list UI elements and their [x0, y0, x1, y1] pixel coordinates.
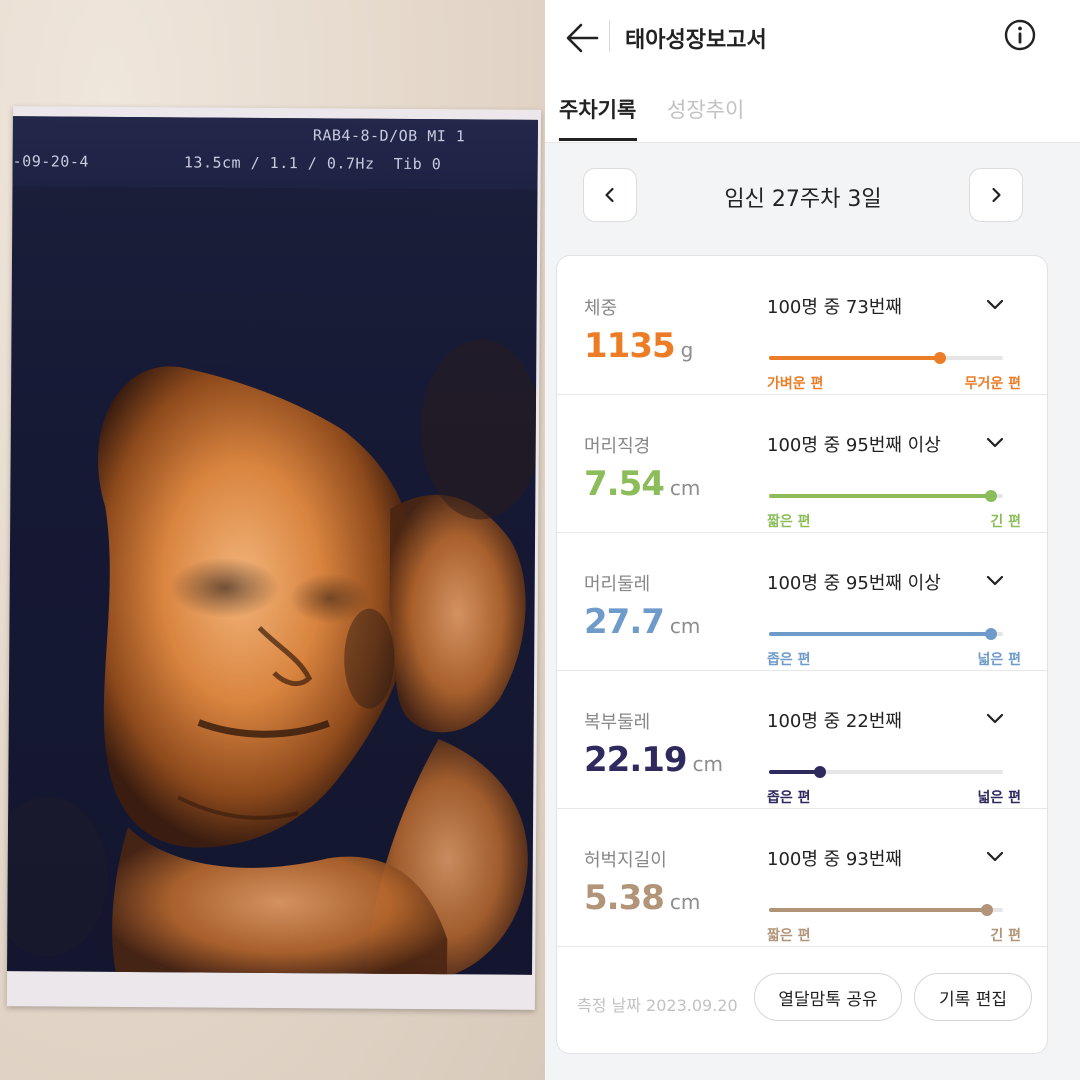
percentile-fill: [769, 494, 992, 498]
percentile-knob: [814, 766, 827, 778]
percentile-fill: [769, 356, 940, 360]
metric-rank: 100명 중 22번째: [767, 711, 902, 732]
metric-value-group: 1135 g: [584, 326, 693, 366]
percentile-knob: [985, 490, 998, 502]
metric-rank: 100명 중 93번째: [767, 849, 902, 870]
metric-unit: cm: [669, 614, 701, 638]
week-label: 임신 27주차 3일: [724, 187, 882, 212]
chevron-right-icon: [992, 187, 1001, 203]
chevron-down-icon[interactable]: [985, 574, 1005, 588]
percentile-track: [769, 904, 1003, 916]
title-divider: [609, 20, 610, 52]
metric-value-group: 22.19 cm: [584, 740, 723, 780]
metric-name: 허벅지길이: [584, 850, 667, 871]
metric-head-diameter: 머리직경 7.54 cm 100명 중 95번째 이상 짧은 편 긴 편: [557, 394, 1047, 533]
percentile-fill: [769, 770, 821, 774]
tab-growth-trend[interactable]: 성장추이: [667, 94, 744, 124]
percentile-knob: [933, 352, 946, 364]
metric-unit: cm: [669, 476, 701, 500]
metric-abdominal-circumference: 복부둘레 22.19 cm 100명 중 22번째 좁은 편 넓은 편: [557, 670, 1047, 809]
percentile-track: [769, 766, 1003, 778]
metric-rank: 100명 중 95번째 이상: [767, 435, 941, 456]
metric-unit: g: [680, 338, 694, 362]
metric-value-group: 5.38 cm: [584, 878, 700, 918]
scale-high-label: 긴 편: [990, 928, 1021, 944]
info-button[interactable]: [1003, 18, 1037, 52]
metric-value: 7.54: [584, 464, 665, 504]
scale-high-label: 넓은 편: [977, 652, 1021, 668]
metric-value: 1135: [584, 326, 676, 366]
next-week-button[interactable]: [969, 168, 1023, 222]
chevron-down-icon[interactable]: [985, 436, 1005, 450]
tab-bar: 주차기록 성장추이: [545, 82, 1080, 143]
metric-value-group: 7.54 cm: [584, 464, 700, 504]
scale-low-label: 가벼운 편: [767, 376, 824, 392]
content-area: 임신 27주차 3일 체중 1135 g 100명 중 73번째 가벼운 편 무…: [545, 143, 1080, 1080]
metric-rank: 100명 중 73번째: [767, 297, 902, 318]
metric-head-circumference: 머리둘레 27.7 cm 100명 중 95번째 이상 좁은 편 넓은 편: [557, 532, 1047, 671]
active-tab-indicator: [559, 138, 637, 141]
week-navigator: 임신 27주차 3일: [583, 168, 1023, 224]
percentile-fill: [769, 908, 987, 912]
arrow-left-icon: [566, 23, 599, 53]
percentile-knob: [985, 628, 998, 640]
chevron-down-icon[interactable]: [985, 298, 1005, 312]
chevron-down-icon[interactable]: [985, 712, 1005, 726]
chevron-down-icon[interactable]: [985, 850, 1005, 864]
share-button[interactable]: 열달맘톡 공유: [754, 973, 902, 1021]
ultrasound-params: 13.5cm / 1.1 / 0.7Hz: [183, 153, 375, 173]
metric-name: 머리직경: [584, 436, 651, 457]
metric-name: 체중: [584, 298, 618, 319]
metric-value: 22.19: [584, 740, 688, 780]
percentile-track: [769, 628, 1003, 640]
info-circle-icon: [1004, 19, 1036, 51]
scale-low-label: 좁은 편: [767, 790, 811, 806]
top-bar: 태아성장보고서: [545, 0, 1080, 72]
ultrasound-header-line1: RAB4-8-D/OB MI 1: [312, 126, 466, 146]
metric-unit: cm: [669, 890, 701, 914]
ultrasound-photo-panel: RAB4-8-D/OB MI 1 -09-20-4 13.5cm / 1.1 / …: [0, 0, 545, 1080]
metric-unit: cm: [692, 752, 724, 776]
ultrasound-tib: Tib 0: [393, 154, 442, 174]
percentile-fill: [769, 632, 992, 636]
ultrasound-image: RAB4-8-D/OB MI 1 -09-20-4 13.5cm / 1.1 / …: [7, 116, 538, 975]
scale-low-label: 좁은 편: [767, 652, 811, 668]
tab-weekly-record[interactable]: 주차기록: [559, 94, 636, 124]
metric-femur-length: 허벅지길이 5.38 cm 100명 중 93번째 짧은 편 긴 편: [557, 808, 1047, 947]
percentile-track: [769, 352, 1003, 364]
metric-value-group: 27.7 cm: [584, 602, 700, 642]
metric-value: 27.7: [584, 602, 665, 642]
card-footer: 측정 날짜 2023.09.20 열달맘톡 공유 기록 편집: [557, 948, 1047, 1053]
scale-high-label: 무거운 편: [964, 376, 1021, 392]
scale-low-label: 짧은 편: [767, 514, 811, 530]
measure-date: 측정 날짜 2023.09.20: [577, 996, 738, 1015]
edit-record-button[interactable]: 기록 편집: [914, 973, 1032, 1021]
metric-rank: 100명 중 95번째 이상: [767, 573, 941, 594]
ultrasound-header-line2: -09-20-4 13.5cm / 1.1 / 0.7Hz Tib 0: [13, 152, 442, 173]
back-button[interactable]: [563, 18, 603, 58]
scale-high-label: 넓은 편: [977, 790, 1021, 806]
metric-value: 5.38: [584, 878, 665, 918]
fetus-3d-render: [7, 339, 538, 975]
metric-weight: 체중 1135 g 100명 중 73번째 가벼운 편 무거운 편: [557, 256, 1047, 395]
metric-name: 머리둘레: [584, 574, 651, 595]
metric-name: 복부둘레: [584, 712, 651, 733]
scale-high-label: 긴 편: [990, 514, 1021, 530]
ultrasound-date: -09-20-4: [12, 152, 89, 171]
scale-low-label: 짧은 편: [767, 928, 811, 944]
page-title: 태아성장보고서: [625, 28, 767, 53]
percentile-track: [769, 490, 1003, 502]
fetal-growth-report-screen: 태아성장보고서 주차기록 성장추이 임신 27주차 3일 체중 1135 g 1…: [545, 0, 1080, 1080]
percentile-knob: [980, 904, 993, 916]
bottom-strip: [545, 1054, 1080, 1080]
growth-metrics-card: 체중 1135 g 100명 중 73번째 가벼운 편 무거운 편 머리직경 7.…: [556, 255, 1048, 1054]
